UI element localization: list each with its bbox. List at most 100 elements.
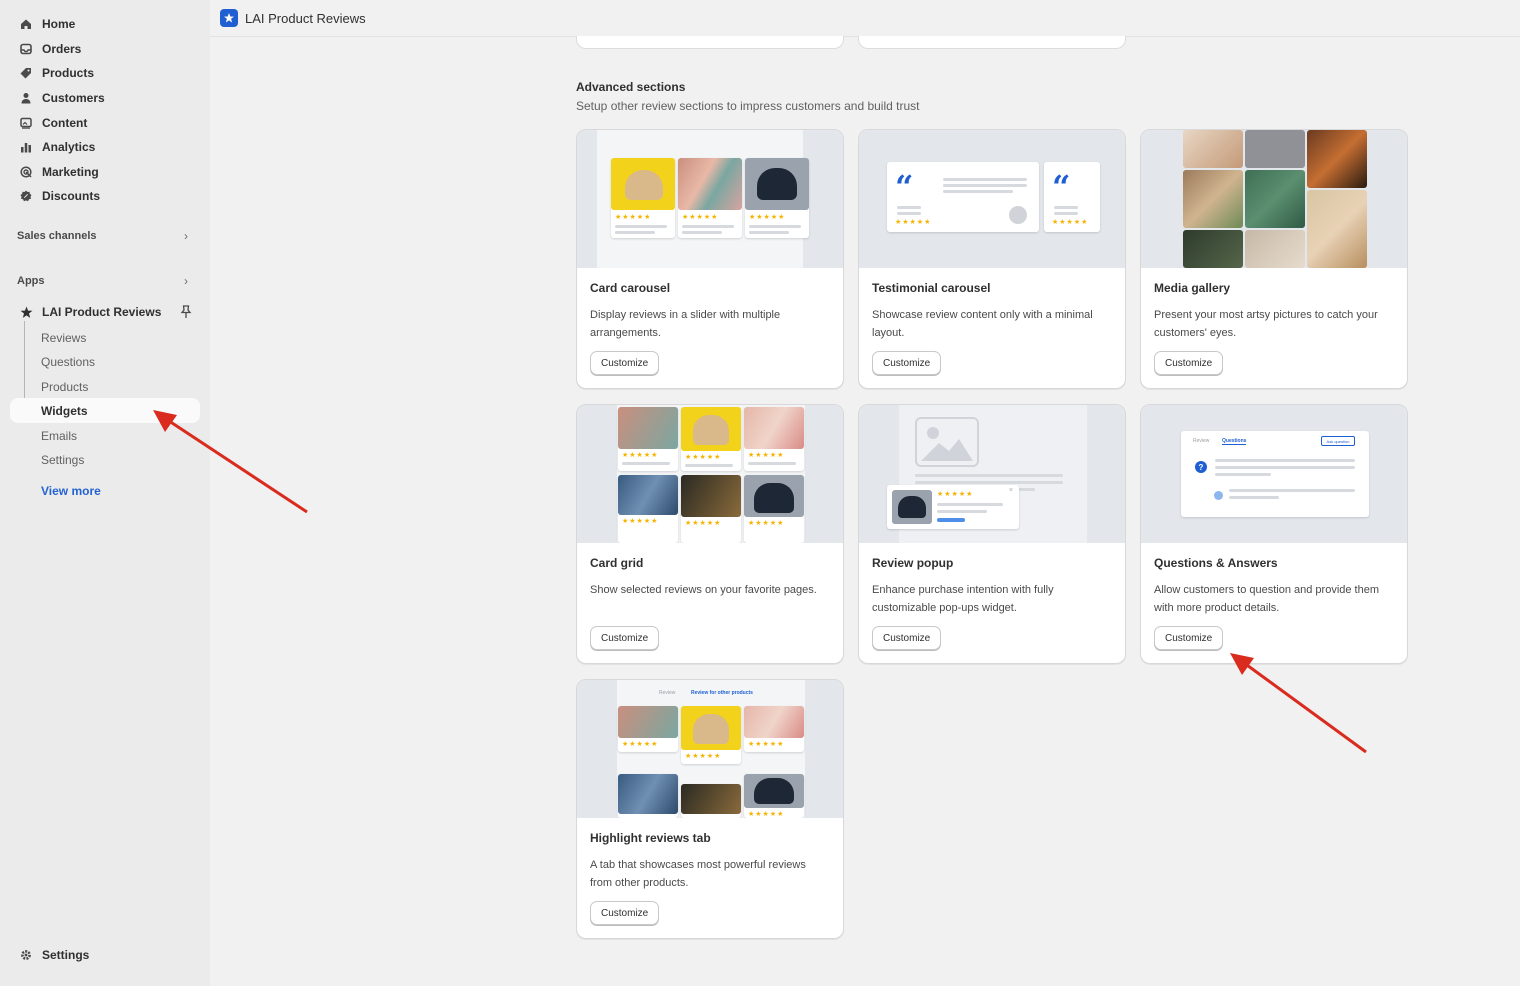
nav-orders[interactable]: Orders: [10, 37, 200, 61]
customize-button[interactable]: Customize: [590, 901, 660, 925]
star-rating: ★★★★★: [615, 214, 652, 221]
app-title: LAI Product Reviews: [245, 11, 366, 26]
nav-content[interactable]: Content: [10, 111, 200, 135]
inbox-icon: [19, 42, 33, 56]
star-rating: ★★★★★: [685, 454, 722, 461]
pin-icon[interactable]: [180, 305, 194, 319]
tab-review-other-products: Review for other products: [691, 690, 753, 696]
avatar: [1009, 206, 1027, 224]
card-title: Card carousel: [590, 281, 671, 295]
nav-home[interactable]: Home: [10, 12, 200, 36]
nav-marketing[interactable]: Marketing: [10, 160, 200, 184]
nav-analytics-label: Analytics: [42, 140, 96, 154]
star-rating: ★★★★★: [748, 520, 785, 527]
nav-products-label: Products: [42, 66, 95, 80]
nav-customers-label: Customers: [42, 91, 105, 105]
customize-button[interactable]: Customize: [872, 626, 942, 650]
nav-discounts[interactable]: Discounts: [10, 184, 200, 208]
section-title: Advanced sections: [576, 80, 686, 94]
discount-icon: [19, 189, 33, 203]
sub-item-settings[interactable]: Settings: [41, 453, 84, 467]
chevron-right-icon[interactable]: ›: [184, 274, 188, 288]
testimonial-card: “ ★★★★★: [1044, 162, 1100, 232]
card-title: Testimonial carousel: [872, 281, 991, 295]
card-description: A tab that showcases most powerful revie…: [590, 859, 806, 889]
card-title: Media gallery: [1154, 281, 1231, 295]
sub-item-products[interactable]: Products: [41, 380, 88, 394]
nav-customers[interactable]: Customers: [10, 86, 200, 110]
close-icon: ×: [1009, 487, 1014, 494]
card-carousel-preview: ★★★★★ ★★★★★ ★★★★★: [577, 130, 843, 268]
star-rating: ★★★★★: [685, 753, 722, 760]
annotation-arrow-questions-answers: [1230, 653, 1367, 754]
qa-tab-questions: Questions: [1222, 438, 1247, 445]
card-description: Showcase review content only with a mini…: [872, 309, 1093, 339]
star-logo-icon: [19, 305, 33, 319]
highlight-reviews-preview: Review Review for other products ★★★★★ ★…: [577, 680, 843, 818]
card-title: Questions & Answers: [1154, 556, 1278, 570]
media-gallery-preview: [1141, 130, 1407, 268]
star-rating: ★★★★★: [748, 811, 785, 818]
customize-button[interactable]: Customize: [590, 626, 660, 650]
sub-item-questions[interactable]: Questions: [41, 355, 95, 369]
tag-icon: [19, 66, 33, 80]
star-rating: ★★★★★: [1052, 219, 1089, 226]
card-title: Card grid: [590, 556, 644, 570]
customize-button[interactable]: Customize: [1154, 351, 1224, 375]
apps-label[interactable]: Apps: [17, 275, 45, 287]
card-media-gallery: Media gallery Present your most artsy pi…: [1140, 129, 1408, 389]
card-description: Display reviews in a slider with multipl…: [590, 309, 781, 339]
target-icon: [19, 165, 33, 179]
active-item-highlight: [10, 398, 200, 423]
customize-button[interactable]: Customize: [1154, 626, 1224, 650]
image-placeholder-icon: [915, 417, 979, 467]
nav-settings[interactable]: Settings: [10, 943, 200, 967]
ask-question-button: Ask question: [1321, 436, 1355, 446]
card-testimonial-carousel: “ ★★★★★ “ ★★★★★ Testimonial carousel Sho…: [858, 129, 1126, 389]
star-rating: ★★★★★: [682, 214, 719, 221]
nav-marketing-label: Marketing: [42, 165, 99, 179]
review-popup-preview: ★★★★★ ×: [859, 405, 1125, 543]
app-name-label: LAI Product Reviews: [42, 305, 162, 319]
sub-item-reviews[interactable]: Reviews: [41, 331, 86, 345]
quote-icon: “: [1052, 168, 1071, 206]
testimonial-card: “ ★★★★★: [887, 162, 1039, 232]
star-rating: ★★★★★: [622, 452, 659, 459]
card-grid-preview: ★★★★★ ★★★★★ ★★★★★ ★★★★★ ★★★★★ ★★★★★: [577, 405, 843, 543]
card-description: Present your most artsy pictures to catc…: [1154, 309, 1378, 339]
sidebar: Home Orders Products Customers Content A…: [0, 0, 210, 986]
testimonial-carousel-preview: “ ★★★★★ “ ★★★★★: [859, 130, 1125, 268]
nav-analytics[interactable]: Analytics: [10, 135, 200, 159]
app-topbar: LAI Product Reviews: [210, 0, 1520, 37]
star-rating: ★★★★★: [895, 219, 932, 226]
customize-button[interactable]: Customize: [590, 351, 660, 375]
star-rating: ★★★★★: [748, 741, 785, 748]
star-rating: ★★★★★: [749, 214, 786, 221]
card-highlight-reviews-tab: Review Review for other products ★★★★★ ★…: [576, 679, 844, 939]
customize-button[interactable]: Customize: [872, 351, 942, 375]
question-icon: ?: [1195, 461, 1207, 473]
star-rating: ★★★★★: [685, 520, 722, 527]
bar-chart-icon: [19, 140, 33, 154]
sub-item-emails[interactable]: Emails: [41, 429, 77, 443]
sales-channels-label[interactable]: Sales channels: [17, 230, 97, 242]
nav-content-label: Content: [42, 116, 88, 130]
app-logo-icon: [220, 9, 238, 27]
star-rating: ★★★★★: [748, 452, 785, 459]
questions-answers-preview: Review Questions Ask question ?: [1141, 405, 1407, 543]
image-icon: [19, 116, 33, 130]
sub-item-widgets[interactable]: Widgets: [41, 404, 88, 418]
card-stub: [858, 36, 1126, 49]
popup-card: ★★★★★ ×: [887, 485, 1019, 529]
home-icon: [19, 17, 33, 31]
tree-line: [24, 321, 25, 410]
chevron-right-icon[interactable]: ›: [184, 229, 188, 243]
view-more-link[interactable]: View more: [41, 484, 101, 498]
app-lai-product-reviews[interactable]: LAI Product Reviews: [10, 300, 200, 324]
nav-settings-label: Settings: [42, 948, 90, 962]
card-stub: [576, 36, 844, 49]
quote-icon: “: [895, 168, 914, 206]
review-card: ★★★★★: [678, 158, 742, 238]
nav-products[interactable]: Products: [10, 61, 200, 85]
card-description: Allow customers to question and provide …: [1154, 584, 1380, 614]
